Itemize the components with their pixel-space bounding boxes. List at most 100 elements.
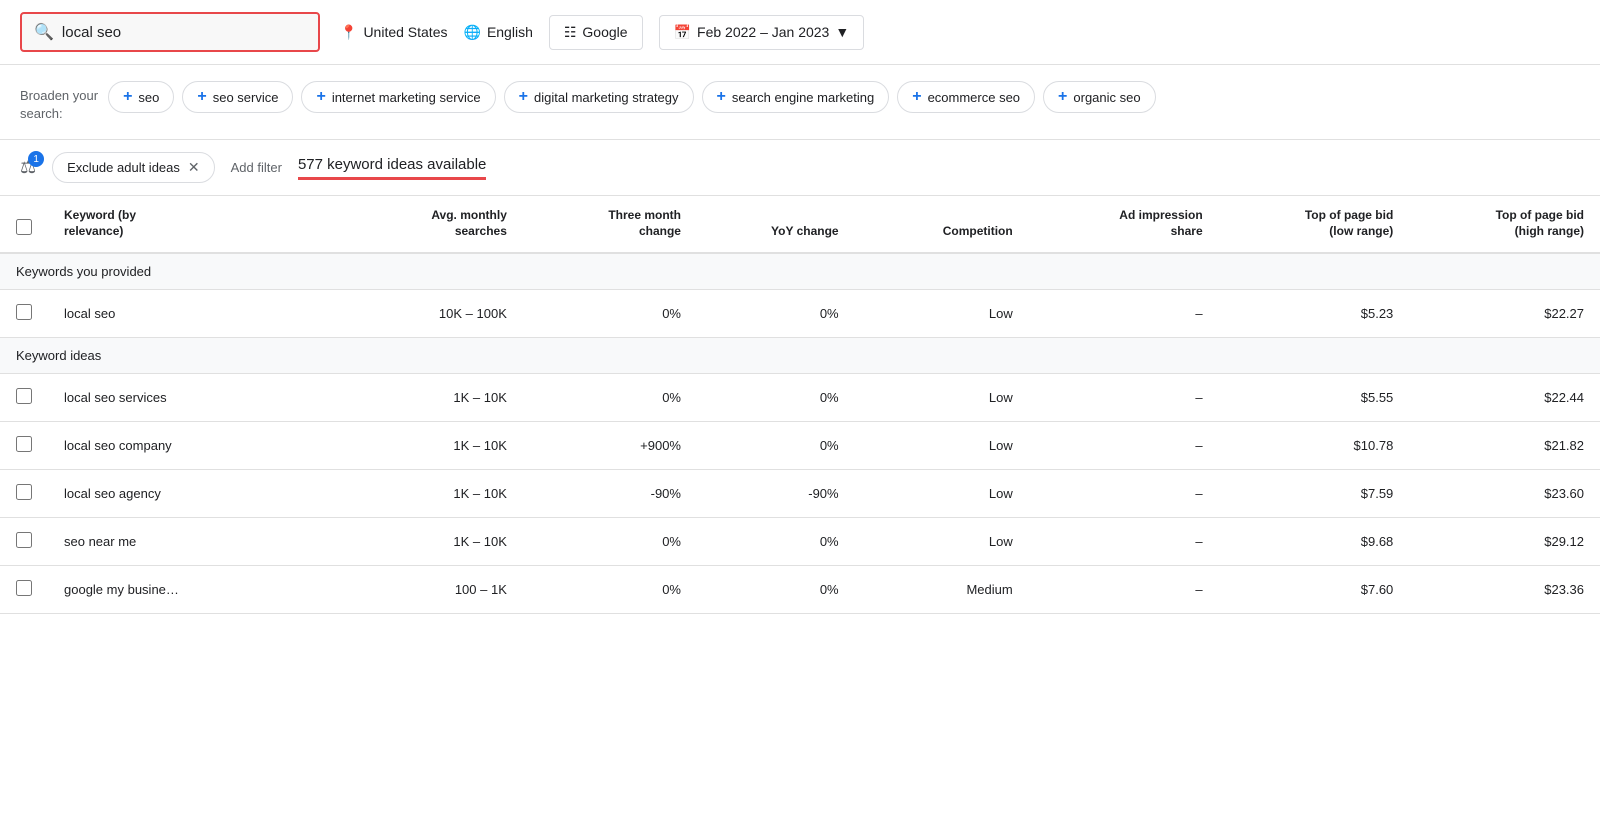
- language-control[interactable]: 🌐 English: [464, 24, 533, 41]
- cell[interactable]: [0, 373, 48, 421]
- location-icon: 📍: [340, 24, 357, 41]
- avg-monthly-cell: 1K – 10K: [301, 469, 523, 517]
- suggestion-chip[interactable]: +seo: [108, 81, 174, 113]
- keyword-cell: google my busine…: [48, 565, 301, 613]
- bid-low-cell: $7.60: [1219, 565, 1410, 613]
- bid-high-cell: $22.44: [1409, 373, 1600, 421]
- filter-icon-wrapper[interactable]: ⚖ 1: [20, 157, 36, 178]
- plus-icon: +: [519, 88, 528, 106]
- date-range-button[interactable]: 📅 Feb 2022 – Jan 2023 ▼: [659, 15, 865, 50]
- competition-cell: Low: [855, 517, 1029, 565]
- chip-label: seo: [138, 90, 159, 105]
- row-checkbox[interactable]: [16, 532, 32, 548]
- chip-label: seo service: [213, 90, 279, 105]
- suggestion-chip[interactable]: + seo service: [182, 81, 293, 113]
- table-row: local seo10K – 100K0%0%Low–$5.23$22.27: [0, 289, 1600, 337]
- bid-high-cell: $22.27: [1409, 289, 1600, 337]
- row-checkbox[interactable]: [16, 436, 32, 452]
- exclude-adult-label: Exclude adult ideas: [67, 160, 180, 175]
- table-section-header: Keywords you provided: [0, 253, 1600, 290]
- avg-monthly-cell: 1K – 10K: [301, 517, 523, 565]
- suggestions-chips: +seo+seo service+internet marketing serv…: [108, 81, 1580, 113]
- ad-impression-cell: –: [1029, 517, 1219, 565]
- cell[interactable]: [0, 421, 48, 469]
- exclude-adult-chip[interactable]: Exclude adult ideas ✕: [52, 152, 214, 183]
- search-icon: 🔍: [34, 22, 54, 42]
- bid-high-cell: $29.12: [1409, 517, 1600, 565]
- platform-label: Google: [582, 24, 627, 40]
- row-checkbox[interactable]: [16, 484, 32, 500]
- th-ad-impression: Ad impressionshare: [1029, 196, 1219, 252]
- table-section-header: Keyword ideas: [0, 337, 1600, 373]
- suggestion-chip[interactable]: + search engine marketing: [702, 81, 890, 113]
- close-icon[interactable]: ✕: [188, 159, 200, 176]
- table-container: Keyword (byrelevance) Avg. monthlysearch…: [0, 196, 1600, 613]
- chip-label: organic seo: [1073, 90, 1140, 105]
- competition-cell: Medium: [855, 565, 1029, 613]
- bid-low-cell: $5.55: [1219, 373, 1410, 421]
- th-avg-monthly: Avg. monthlysearches: [301, 196, 523, 252]
- bid-high-cell: $23.60: [1409, 469, 1600, 517]
- ad-impression-cell: –: [1029, 289, 1219, 337]
- table-row: local seo agency1K – 10K-90%-90%Low–$7.5…: [0, 469, 1600, 517]
- plus-icon: +: [197, 88, 206, 106]
- section-label: Keyword ideas: [0, 337, 1600, 373]
- cell[interactable]: [0, 517, 48, 565]
- yoy-cell: 0%: [697, 517, 855, 565]
- keyword-cell: local seo services: [48, 373, 301, 421]
- chevron-down-icon: ▼: [835, 24, 849, 40]
- location-control[interactable]: 📍 United States: [340, 24, 448, 41]
- suggestion-chip[interactable]: +ecommerce seo: [897, 81, 1035, 113]
- th-bid-low: Top of page bid(low range): [1219, 196, 1410, 252]
- chip-label: ecommerce seo: [928, 90, 1020, 105]
- three-month-cell: 0%: [523, 517, 697, 565]
- row-checkbox[interactable]: [16, 304, 32, 320]
- yoy-cell: 0%: [697, 289, 855, 337]
- chip-label: internet marketing service: [332, 90, 481, 105]
- cell[interactable]: [0, 565, 48, 613]
- suggestion-chip[interactable]: + organic seo: [1043, 81, 1156, 113]
- table-body: Keywords you providedlocal seo10K – 100K…: [0, 253, 1600, 614]
- keyword-cell: local seo agency: [48, 469, 301, 517]
- cell[interactable]: [0, 469, 48, 517]
- keyword-cell: local seo: [48, 289, 301, 337]
- keyword-count: 577 keyword ideas available: [298, 156, 486, 180]
- suggestion-chip[interactable]: +digital marketing strategy: [504, 81, 694, 113]
- search-input[interactable]: [62, 24, 262, 41]
- avg-monthly-cell: 100 – 1K: [301, 565, 523, 613]
- keywords-table: Keyword (byrelevance) Avg. monthlysearch…: [0, 196, 1600, 613]
- table-row: google my busine…100 – 1K0%0%Medium–$7.6…: [0, 565, 1600, 613]
- table-row: local seo company1K – 10K+900%0%Low–$10.…: [0, 421, 1600, 469]
- th-keyword: Keyword (byrelevance): [48, 196, 301, 252]
- add-filter-button[interactable]: Add filter: [231, 160, 282, 175]
- bid-low-cell: $10.78: [1219, 421, 1410, 469]
- plus-icon: +: [717, 88, 726, 106]
- plus-icon: +: [316, 88, 325, 106]
- top-controls: 📍 United States 🌐 English ☷ Google 📅 Feb…: [340, 15, 864, 50]
- plus-icon: +: [1058, 88, 1067, 106]
- platform-icon: ☷: [564, 24, 577, 41]
- row-checkbox[interactable]: [16, 388, 32, 404]
- avg-monthly-cell: 10K – 100K: [301, 289, 523, 337]
- competition-cell: Low: [855, 373, 1029, 421]
- search-box[interactable]: 🔍: [20, 12, 320, 52]
- th-checkbox[interactable]: [0, 196, 48, 252]
- bid-low-cell: $7.59: [1219, 469, 1410, 517]
- chip-label: search engine marketing: [732, 90, 874, 105]
- language-icon: 🌐: [464, 24, 481, 41]
- bid-high-cell: $23.36: [1409, 565, 1600, 613]
- th-bid-high: Top of page bid(high range): [1409, 196, 1600, 252]
- filter-bar: ⚖ 1 Exclude adult ideas ✕ Add filter 577…: [0, 140, 1600, 196]
- cell[interactable]: [0, 289, 48, 337]
- select-all-checkbox[interactable]: [16, 219, 32, 235]
- row-checkbox[interactable]: [16, 580, 32, 596]
- ad-impression-cell: –: [1029, 469, 1219, 517]
- three-month-cell: 0%: [523, 289, 697, 337]
- competition-cell: Low: [855, 289, 1029, 337]
- keyword-cell: seo near me: [48, 517, 301, 565]
- three-month-cell: -90%: [523, 469, 697, 517]
- platform-button[interactable]: ☷ Google: [549, 15, 643, 50]
- location-label: United States: [363, 24, 447, 40]
- suggestion-chip[interactable]: + internet marketing service: [301, 81, 495, 113]
- yoy-cell: 0%: [697, 565, 855, 613]
